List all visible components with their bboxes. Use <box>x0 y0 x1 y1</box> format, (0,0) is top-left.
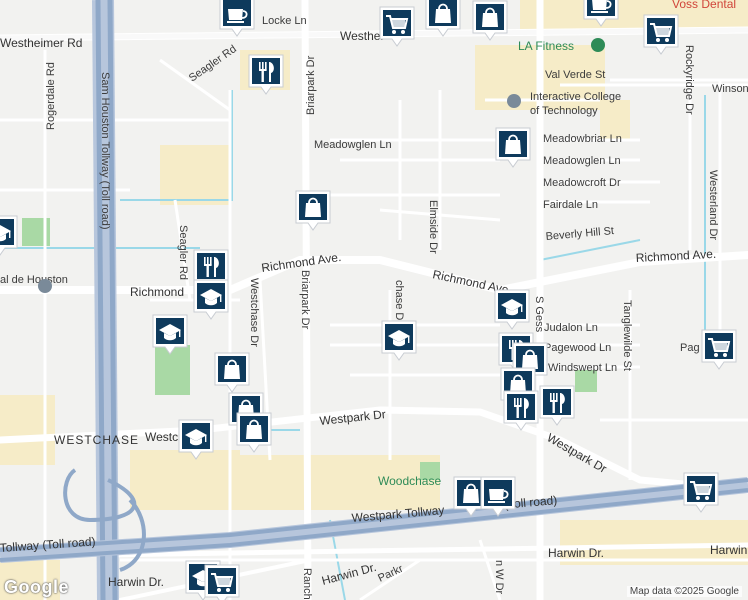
val-verde-st-label: Val Verde St <box>545 69 605 81</box>
map-marker-cart[interactable] <box>204 564 240 600</box>
rogerdale-rd-label: Rogerdale Rd <box>45 62 57 130</box>
judalon-ln-label: Judalon Ln <box>544 322 598 334</box>
briarpark-dr-label: Briarpark Dr <box>299 270 311 330</box>
westchase-area-2-label: Westc <box>145 430 178 444</box>
interactive-college-label[interactable]: Interactive College <box>530 91 621 103</box>
pagewood-ln-right-label: Pag <box>680 342 700 354</box>
meadowglen-ln-right-label: Meadowglen Ln <box>543 155 621 167</box>
windswept-ln-label: Windswept Ln <box>548 362 617 374</box>
de-houston-line: al de Houston <box>0 274 68 286</box>
westerland-dr-label: Westerland Dr <box>707 170 719 240</box>
westheimer-rd-label-2: Westhei <box>340 29 383 43</box>
voss-dental-label[interactable]: Voss Dental <box>672 0 736 11</box>
fairdale-ln-label: Fairdale Ln <box>543 199 598 211</box>
winson-label: Winson <box>712 83 748 95</box>
s-gessner-label: S Gess <box>533 296 545 333</box>
la-fitness-icon[interactable] <box>591 38 605 52</box>
rockyridge-dr-label: Rockyridge Dr <box>683 45 695 115</box>
landmark-icon[interactable] <box>38 279 52 293</box>
interactive-college-label-2[interactable]: of Technology <box>530 105 598 117</box>
locke-ln-label: Locke Ln <box>262 15 307 27</box>
meadowcroft-dr-label: Meadowcroft Dr <box>543 177 621 189</box>
college-icon[interactable] <box>507 94 521 108</box>
briarpark-dr-top-label: Briarpark Dr <box>305 55 317 115</box>
map-credit[interactable]: Map data ©2025 Google <box>626 586 742 597</box>
map-canvas[interactable]: Locke Ln Westheimer Rd Westhei Rogerdale… <box>0 0 748 600</box>
harwin-dr-right-label: Harwin Dr. <box>548 546 604 560</box>
harwin-far-right-label: Harwin <box>710 543 747 557</box>
tanglewilde-st-label: Tanglewilde St <box>621 300 633 371</box>
pagewood-ln-label: Pagewood Ln <box>544 342 611 354</box>
woodchase-label[interactable]: Woodchase <box>378 474 441 488</box>
elmside-dr-label: Elmside Dr <box>427 200 439 254</box>
seagler-rd-label: Seagler Rd <box>177 225 189 280</box>
de-houston-label: al de Houston <box>0 274 68 286</box>
ranch-label: Ranch <box>301 568 313 600</box>
sam-houston-tollway-label: Sam Houston Tollway (Toll road) <box>99 72 111 230</box>
richmond-far-left-label: Richmond <box>130 285 184 299</box>
westchase-dr-label: Westchase Dr <box>248 278 260 347</box>
meadowbriar-ln-label: Meadowbriar Ln <box>543 133 622 145</box>
n-w-dr-label: n W Dr <box>493 560 505 595</box>
la-fitness-label[interactable]: LA Fitness <box>518 39 574 53</box>
meadowglen-ln-label: Meadowglen Ln <box>314 139 392 151</box>
westchase-dr-2-label: chase Dr <box>393 280 405 324</box>
harwin-dr-left-label: Harwin Dr. <box>108 575 164 589</box>
google-logo: Google <box>4 577 69 597</box>
westchase-area-label: WESTCHASE <box>54 433 139 447</box>
westheimer-rd-label: Westheimer Rd <box>0 36 82 50</box>
